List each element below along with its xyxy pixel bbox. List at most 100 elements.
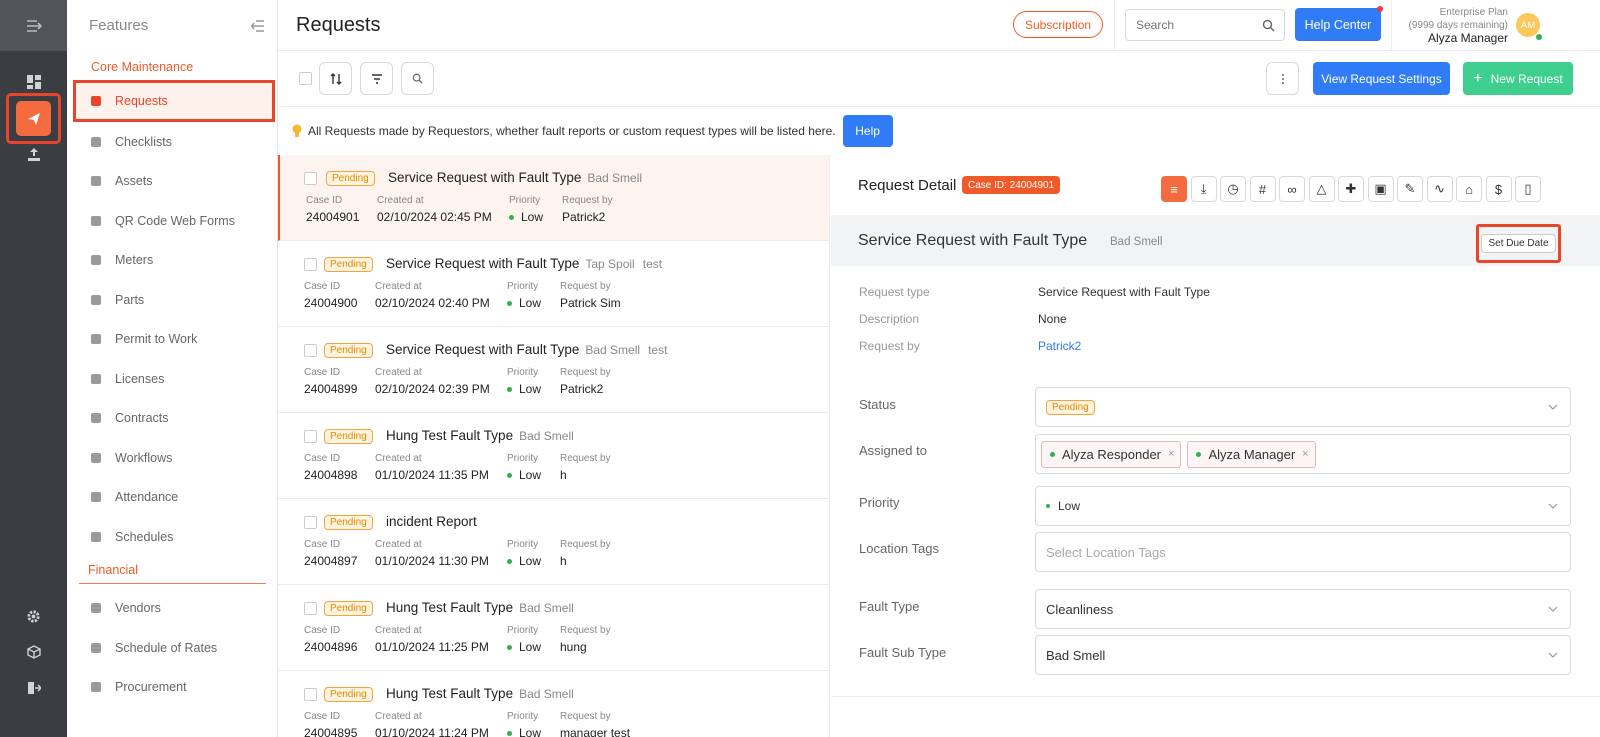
sidebar-item[interactable]: Meters <box>73 240 275 280</box>
request-row[interactable]: Pending Hung Test Fault Type Bad Smell Cas… <box>278 585 829 671</box>
request-type-value: Service Request with Fault Type <box>1038 285 1210 299</box>
request-row[interactable]: Pending Service Request with Fault Type B… <box>278 155 829 241</box>
case-value: 24004897 <box>304 554 358 568</box>
filter-icon <box>371 73 382 84</box>
sidebar-item[interactable]: Vendors <box>73 588 275 628</box>
sidebar-item[interactable]: Workflows <box>73 438 275 478</box>
cube-button[interactable] <box>0 638 67 666</box>
download-button[interactable]: ⤓ <box>1190 176 1217 202</box>
sidebar-item[interactable]: Procurement <box>73 667 275 707</box>
store-button[interactable]: ⌂ <box>1456 176 1482 202</box>
hash-button[interactable]: # <box>1249 176 1276 202</box>
help-center-button[interactable]: Help Center <box>1295 8 1381 41</box>
by-value: manager test <box>560 726 631 737</box>
menu-toggle-icon <box>26 19 42 32</box>
set-due-date-button[interactable]: Set Due Date <box>1481 234 1556 253</box>
by-label: Request by <box>560 625 611 636</box>
case-label: Case ID <box>304 453 341 464</box>
assigned-select[interactable]: Alyza Responder × Alyza Manager × <box>1035 434 1571 474</box>
procurement-icon <box>91 682 101 692</box>
search-input[interactable] <box>1136 18 1251 32</box>
sidebar-item[interactable]: Attendance <box>73 477 275 517</box>
priority-value: Low <box>507 296 541 310</box>
reports-button[interactable] <box>0 141 67 169</box>
edit-button[interactable]: ✎ <box>1397 176 1423 202</box>
status-select[interactable]: Pending <box>1035 387 1571 427</box>
more-options-button[interactable] <box>1266 62 1299 95</box>
sidebar-item[interactable]: Requests <box>73 80 275 122</box>
remove-tag-icon[interactable]: × <box>1302 448 1308 460</box>
row-checkbox[interactable] <box>304 344 317 357</box>
request-row[interactable]: Pending Hung Test Fault Type Bad Smell Cas… <box>278 413 829 499</box>
requests-rail-button[interactable] <box>6 93 61 144</box>
chevron-down-icon <box>1548 652 1558 658</box>
account-info[interactable]: Enterprise Plan (9999 days remaining) Al… <box>1396 6 1509 45</box>
view-request-settings-button[interactable]: View Request Settings <box>1313 62 1450 95</box>
parts-button[interactable]: ✚ <box>1338 176 1364 202</box>
sidebar-item-label: Vendors <box>115 601 161 615</box>
collapse-sidebar-icon[interactable] <box>251 19 265 32</box>
sidebar-item[interactable]: Assets <box>73 161 275 201</box>
avatar-initials: AM <box>1520 19 1536 31</box>
workflow-icon <box>89 451 103 465</box>
select-all-checkbox[interactable] <box>299 72 312 85</box>
filter-button[interactable] <box>360 62 393 95</box>
request-row[interactable]: Pending incident Report Case ID 24004897 Cr… <box>278 499 829 585</box>
help-button[interactable]: Help <box>842 115 893 147</box>
row-checkbox[interactable] <box>304 516 317 529</box>
case-id-badge: Case ID: 24004901 <box>962 176 1061 194</box>
signature-button[interactable]: ∿ <box>1426 176 1453 202</box>
search-box[interactable] <box>1125 9 1285 41</box>
sidebar-item[interactable]: Licenses <box>73 359 275 399</box>
sidebar-item[interactable]: Permit to Work <box>73 319 275 359</box>
priority-label: Priority <box>507 453 539 464</box>
sidebar-item[interactable]: QR Code Web Forms <box>73 201 275 241</box>
contract-icon <box>89 411 103 425</box>
sidebar-item[interactable]: Checklists <box>73 122 275 162</box>
row-checkbox[interactable] <box>304 258 317 271</box>
priority-dot <box>507 473 512 479</box>
sidebar-item[interactable]: Schedule of Rates <box>73 628 275 668</box>
request-row[interactable]: Pending Service Request with Fault Type B… <box>278 327 829 413</box>
logout-button[interactable] <box>0 674 67 702</box>
camera-button[interactable]: ▣ <box>1367 176 1394 202</box>
request-row[interactable]: Pending Service Request with Fault Type T… <box>278 241 829 327</box>
subscription-button[interactable]: Subscription <box>1013 11 1104 38</box>
sidebar-item[interactable]: Parts <box>73 280 275 320</box>
sidebar-title: Features <box>89 17 149 34</box>
menu-toggle-button[interactable] <box>0 0 67 51</box>
created-value: 02/10/2024 02:45 PM <box>377 210 492 224</box>
details-button[interactable]: ≡ <box>1161 176 1187 202</box>
dashboard-button[interactable] <box>0 68 67 96</box>
clock-button[interactable]: ◷ <box>1220 176 1246 202</box>
row-checkbox[interactable] <box>304 688 317 701</box>
request-by-link[interactable]: Patrick2 <box>1038 339 1081 353</box>
fault-type-select[interactable]: Cleanliness <box>1035 589 1571 629</box>
trash-button[interactable]: ▯ <box>1515 176 1541 202</box>
dollar-button[interactable]: $ <box>1485 176 1512 202</box>
by-label: Request by <box>560 539 611 550</box>
fault-subtype: Bad Smell <box>519 601 574 615</box>
online-dot <box>1050 451 1055 457</box>
settings-button[interactable] <box>0 602 67 630</box>
contract-icon <box>91 413 101 423</box>
sidebar-item[interactable]: Schedules <box>73 517 275 557</box>
help-label: Help <box>855 124 880 138</box>
row-checkbox[interactable] <box>304 172 317 185</box>
link-button[interactable]: ∞ <box>1279 176 1305 202</box>
priority-select[interactable]: Low <box>1035 486 1571 526</box>
search-list-button[interactable] <box>401 62 434 95</box>
sort-button[interactable] <box>319 62 352 95</box>
location-tags-select[interactable]: Select Location Tags <box>1035 532 1571 572</box>
remove-tag-icon[interactable]: × <box>1168 448 1174 460</box>
asset-icon <box>89 174 103 188</box>
new-request-button[interactable]: + New Request <box>1463 62 1573 95</box>
row-checkbox[interactable] <box>304 430 317 443</box>
fault-subtype: Bad Smell <box>519 429 574 443</box>
procurement-icon <box>89 680 103 694</box>
warning-button[interactable]: △ <box>1308 176 1335 202</box>
request-row[interactable]: Pending Hung Test Fault Type Bad Smell Cas… <box>278 671 829 737</box>
fault-sub-type-select[interactable]: Bad Smell <box>1035 635 1571 675</box>
sidebar-item[interactable]: Contracts <box>73 398 275 438</box>
row-checkbox[interactable] <box>304 602 317 615</box>
